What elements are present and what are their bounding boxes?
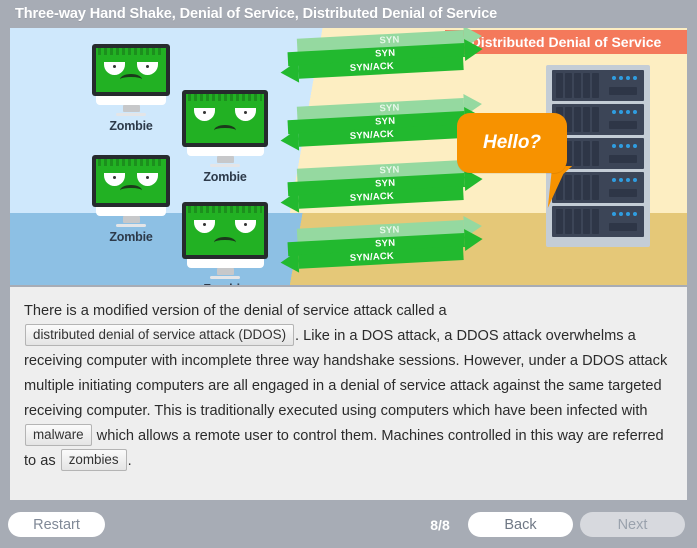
monitor-frame — [182, 202, 268, 259]
zombie-eye-right — [235, 108, 256, 121]
monitor-frame — [92, 44, 170, 96]
monitor-stand — [122, 216, 140, 223]
monitor-neck — [96, 207, 166, 216]
zombie-label: Zombie — [109, 119, 153, 133]
body-text-part-1: There is a modified version of the denia… — [24, 303, 447, 319]
zombie-pupil — [146, 65, 149, 68]
speech-bubble-text: Hello? — [482, 132, 542, 153]
rack-slots — [556, 209, 599, 234]
rack-leds — [612, 212, 637, 216]
zombie-hair — [188, 94, 262, 101]
zombie-mouth — [120, 74, 142, 85]
zombie-pupil — [203, 223, 206, 226]
lesson-body-text: There is a modified version of the denia… — [10, 287, 687, 474]
zombie-label: Zombie — [203, 170, 247, 184]
zombie-eye-left — [194, 220, 215, 233]
zombie-face-icon — [96, 159, 166, 203]
zombie-pupil — [113, 176, 116, 179]
handshake-arrow-group-1: SYN SYN SYN/ACK — [279, 28, 489, 89]
zombie-label: Zombie — [182, 282, 268, 285]
navigation-bar: Restart 8/8 Back Next — [0, 500, 697, 548]
rack-leds — [612, 110, 637, 114]
monitor-stand — [122, 105, 140, 112]
illustration-panel: Distributed Denial of Service Zombie Zom… — [10, 28, 687, 285]
glossary-term-ddos[interactable]: distributed denial of service attack (DD… — [25, 324, 295, 346]
monitor-frame — [92, 155, 170, 207]
zombie-face-icon — [96, 48, 166, 92]
zombie-eye-left — [194, 108, 215, 121]
monitor-stand — [216, 156, 234, 163]
monitor-base — [116, 113, 146, 116]
rack-unit — [552, 70, 644, 101]
monitor-stand — [216, 268, 234, 275]
zombie-pupil — [113, 65, 116, 68]
rack-leds — [612, 76, 637, 80]
rack-panel — [609, 223, 637, 231]
speech-bubble: Hello? — [457, 113, 567, 173]
glossary-term-malware[interactable]: malware — [25, 424, 92, 446]
ddos-banner-label: Distributed Denial of Service — [470, 34, 662, 50]
rack-leds — [612, 144, 637, 148]
monitor-neck — [186, 259, 264, 268]
rack-panel — [609, 121, 637, 129]
zombie-computer-3: Zombie — [92, 155, 170, 244]
zombie-hair — [98, 48, 164, 55]
restart-button[interactable]: Restart — [8, 512, 105, 537]
zombie-label: Zombie — [109, 230, 153, 244]
zombie-hair — [188, 206, 262, 213]
zombie-computer-1: Zombie — [92, 44, 170, 133]
page-title: Three-way Hand Shake, Denial of Service,… — [15, 6, 498, 22]
zombie-eye-right — [235, 220, 256, 233]
monitor-frame — [182, 90, 268, 147]
content-panel: There is a modified version of the denia… — [10, 287, 687, 500]
back-button[interactable]: Back — [468, 512, 573, 537]
rack-unit — [552, 206, 644, 237]
zombie-mouth — [214, 237, 236, 248]
zombie-computer-4: Zombie — [182, 202, 268, 285]
rack-slots — [556, 73, 599, 98]
page-indicator: 8/8 — [430, 516, 450, 533]
zombie-eye-right — [137, 62, 158, 75]
zombie-mouth — [214, 125, 236, 136]
handshake-arrow-group-4: SYN SYN SYN/ACK — [279, 215, 489, 279]
monitor-neck — [186, 147, 264, 156]
zombie-hair — [98, 159, 164, 166]
zombie-eye-left — [104, 62, 125, 75]
zombie-face-icon — [186, 206, 264, 255]
rack-leds — [612, 178, 637, 182]
zombie-pupil — [203, 111, 206, 114]
monitor-neck — [96, 96, 166, 105]
zombie-eye-right — [137, 173, 158, 186]
rack-panel — [609, 87, 637, 95]
monitor-base — [210, 276, 240, 279]
rack-panel — [609, 189, 637, 197]
body-text-part-4: . — [127, 453, 132, 469]
zombie-computer-2: Zombie — [182, 90, 268, 184]
zombie-pupil — [244, 223, 247, 226]
zombie-face-icon — [186, 94, 264, 143]
zombie-eye-left — [104, 173, 125, 186]
zombie-pupil — [146, 176, 149, 179]
title-bar: Three-way Hand Shake, Denial of Service,… — [0, 0, 697, 28]
monitor-base — [116, 224, 146, 227]
next-button: Next — [580, 512, 685, 537]
monitor-base — [210, 164, 240, 167]
glossary-term-zombies[interactable]: zombies — [60, 449, 127, 471]
zombie-mouth — [120, 185, 142, 196]
zombie-pupil — [244, 111, 247, 114]
rack-panel — [609, 155, 637, 163]
